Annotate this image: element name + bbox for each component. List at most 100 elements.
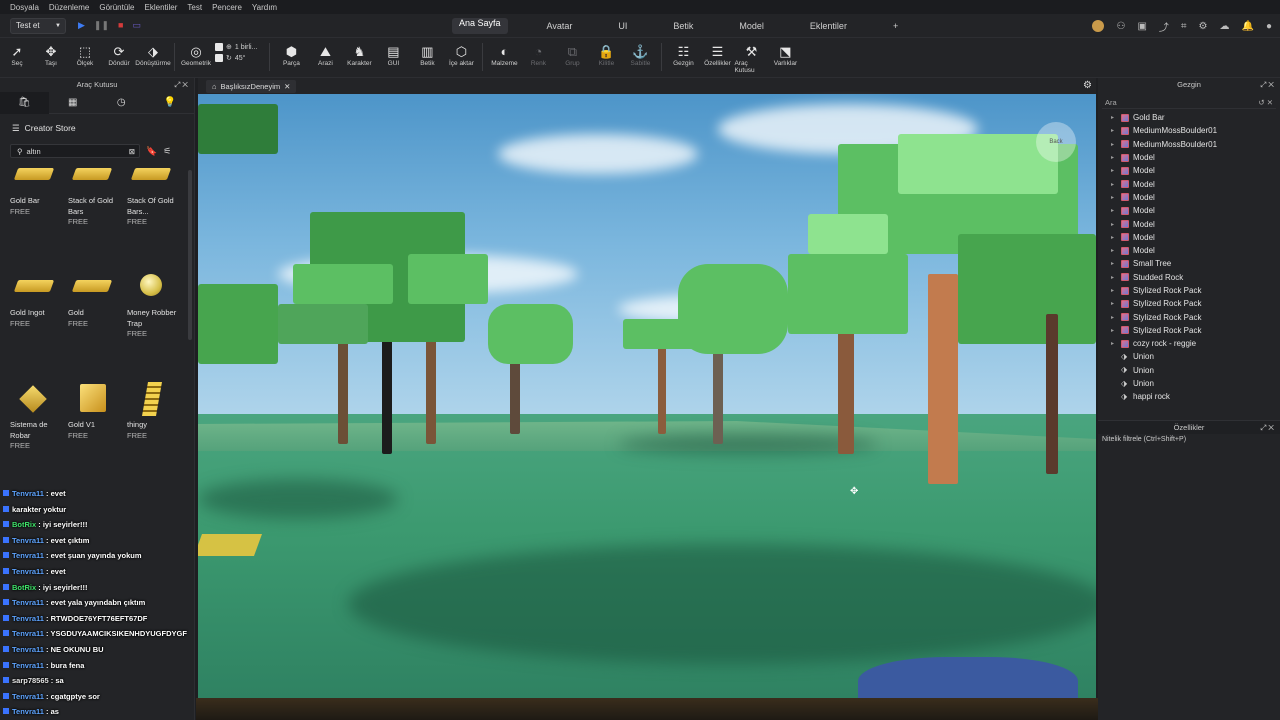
menu-item[interactable]: Eklentiler	[145, 3, 178, 12]
expand-arrow-icon[interactable]: ▸	[1111, 327, 1117, 334]
tool-button[interactable]: ⬗ Dönüştürme	[135, 43, 170, 67]
explorer-item[interactable]: ▸ Model	[1098, 191, 1280, 204]
tool-button[interactable]: ▤ GUI	[376, 43, 410, 67]
tool-button[interactable]: ◐ Malzeme	[487, 43, 521, 67]
tool-button[interactable]: ➚ Seç	[0, 43, 34, 67]
close-icon[interactable]: ⤢ ✕	[1260, 78, 1274, 92]
history-icon[interactable]: ↺ ✕	[1258, 98, 1273, 107]
geometry-tool[interactable]: ◎ Geometrik	[179, 43, 213, 67]
store-item[interactable]: Gold FREE	[68, 266, 123, 329]
store-item[interactable]: Gold Bar FREE	[10, 154, 65, 217]
profile-icon[interactable]: ●	[1266, 21, 1272, 32]
store-item[interactable]: thingy FREE	[127, 378, 182, 441]
snap-move-checkbox[interactable]	[215, 43, 223, 51]
expand-arrow-icon[interactable]: ▸	[1111, 127, 1117, 134]
view-selector-compass[interactable]: Back	[1036, 122, 1076, 162]
expand-arrow-icon[interactable]: ▸	[1111, 181, 1117, 188]
store-item[interactable]: Gold Ingot FREE	[10, 266, 65, 329]
explorer-item[interactable]: ▸ Gold Bar	[1098, 111, 1280, 124]
menu-icon[interactable]: ☰	[12, 123, 20, 134]
explorer-item[interactable]: ▸ Model	[1098, 151, 1280, 164]
play-icon[interactable]: ▶	[78, 20, 85, 31]
expand-arrow-icon[interactable]: ▸	[1111, 194, 1117, 201]
tool-button[interactable]: ◔ Renk	[521, 43, 555, 67]
chat-icon[interactable]: ▣	[1137, 21, 1146, 32]
tool-button[interactable]: ⚒ Araç Kutusu	[734, 43, 768, 74]
expand-arrow-icon[interactable]: ▸	[1111, 141, 1117, 148]
explorer-item[interactable]: ▸ Stylized Rock Pack	[1098, 324, 1280, 337]
snap-move-row[interactable]: ⊕ 1 birli...	[215, 43, 257, 51]
tool-button[interactable]: ⧉ Grup	[555, 43, 589, 67]
explorer-item[interactable]: ▸ Model	[1098, 231, 1280, 244]
expand-arrow-icon[interactable]: ▸	[1111, 247, 1117, 254]
snap-rotate-checkbox[interactable]	[215, 54, 223, 62]
tab-store[interactable]: 🛍	[0, 91, 49, 114]
ribbon-tab[interactable]: Model	[716, 14, 787, 38]
tab-creations[interactable]: 💡	[146, 92, 195, 114]
3d-viewport[interactable]: ⌂ BaşlıksızDeneyim ✕ ⚙ ✥ Back	[198, 78, 1096, 698]
explorer-item[interactable]: ▸ Studded Rock	[1098, 271, 1280, 284]
tool-button[interactable]: ☷ Gezgin	[666, 43, 700, 74]
settings-icon[interactable]: ⚙	[1199, 21, 1208, 32]
ribbon-tab[interactable]: +	[870, 14, 921, 38]
game-scene[interactable]: ✥ Back	[198, 94, 1096, 698]
expand-arrow-icon[interactable]: ▸	[1111, 221, 1117, 228]
ribbon-tab[interactable]: Betik	[650, 14, 716, 38]
expand-arrow-icon[interactable]: ▸	[1111, 300, 1117, 307]
store-item[interactable]: Stack of Gold Bars FREE	[68, 154, 123, 228]
menu-item[interactable]: Düzenleme	[49, 3, 89, 12]
ribbon-tab[interactable]: UI	[595, 14, 650, 38]
expand-arrow-icon[interactable]: ▸	[1111, 340, 1117, 347]
tab-recent[interactable]: ◷	[97, 92, 146, 114]
people-icon[interactable]: ⚇	[1116, 21, 1125, 32]
close-icon[interactable]: ⤢ ✕	[1260, 421, 1274, 435]
tool-button[interactable]: ⬔ Varlıklar	[768, 43, 802, 74]
tool-button[interactable]: ⬡ İçe aktar	[444, 43, 478, 67]
avatar[interactable]	[1092, 20, 1105, 32]
expand-arrow-icon[interactable]: ▸	[1111, 167, 1117, 174]
explorer-item[interactable]: ▸ Model	[1098, 217, 1280, 230]
tool-button[interactable]: ⚓ Sabitle	[623, 43, 657, 67]
explorer-item[interactable]: ▸ Small Tree	[1098, 257, 1280, 270]
tab-inventory[interactable]: ▦	[49, 92, 98, 114]
explorer-item[interactable]: ⬗ Union	[1098, 377, 1280, 390]
close-icon[interactable]: ⤢ ✕	[174, 78, 188, 92]
monitor-icon[interactable]: ▭	[132, 20, 141, 31]
ribbon-tab[interactable]: Ana Sayfa	[452, 14, 524, 38]
snap-rotate-row[interactable]: ↻ 45°	[215, 54, 257, 62]
tool-button[interactable]: ☰ Özellikler	[700, 43, 734, 74]
tool-button[interactable]: ♞ Karakter	[342, 43, 376, 67]
expand-arrow-icon[interactable]: ▸	[1111, 287, 1117, 294]
ribbon-tab[interactable]: Avatar	[524, 14, 596, 38]
explorer-item[interactable]: ▸ Stylized Rock Pack	[1098, 284, 1280, 297]
cloud-icon[interactable]: ☁	[1220, 21, 1230, 32]
explorer-item[interactable]: ▸ Model	[1098, 244, 1280, 257]
expand-arrow-icon[interactable]: ▸	[1111, 260, 1117, 267]
explorer-item[interactable]: ▸ Stylized Rock Pack	[1098, 310, 1280, 323]
explorer-item[interactable]: ▸ Model	[1098, 177, 1280, 190]
expand-arrow-icon[interactable]: ▸	[1111, 207, 1117, 214]
store-item[interactable]: Money Robber Trap FREE	[127, 266, 182, 340]
tab-place[interactable]: ⌂ BaşlıksızDeneyim ✕	[206, 79, 297, 93]
expand-arrow-icon[interactable]: ▸	[1111, 314, 1117, 321]
tool-button[interactable]: ✥ Taşı	[34, 43, 68, 67]
explorer-item[interactable]: ▸ Stylized Rock Pack	[1098, 297, 1280, 310]
explorer-item[interactable]: ▸ MediumMossBoulder01	[1098, 124, 1280, 137]
menu-item[interactable]: Yardım	[252, 3, 277, 12]
menu-item[interactable]: Görüntüle	[99, 3, 134, 12]
collaborate-icon[interactable]: ⌗	[1181, 21, 1187, 32]
tool-button[interactable]: ⛰ Arazi	[308, 43, 342, 67]
tool-button[interactable]: 🔒 Kilitle	[589, 43, 623, 67]
tool-button[interactable]: ▥ Betik	[410, 43, 444, 67]
ribbon-tab[interactable]: Eklentiler	[787, 14, 870, 38]
explorer-item[interactable]: ⬗ happi rock	[1098, 390, 1280, 403]
toolbox-scrollbar[interactable]	[188, 170, 192, 340]
bell-icon[interactable]: 🔔	[1242, 21, 1254, 32]
explorer-item[interactable]: ⬗ Union	[1098, 364, 1280, 377]
tool-button[interactable]: ⟳ Döndür	[102, 43, 136, 67]
expand-arrow-icon[interactable]: ▸	[1111, 154, 1117, 161]
store-item[interactable]: Stack Of Gold Bars... FREE	[127, 154, 182, 228]
expand-arrow-icon[interactable]: ▸	[1111, 114, 1117, 121]
expand-arrow-icon[interactable]: ▸	[1111, 274, 1117, 281]
close-tab-icon[interactable]: ✕	[284, 82, 290, 91]
